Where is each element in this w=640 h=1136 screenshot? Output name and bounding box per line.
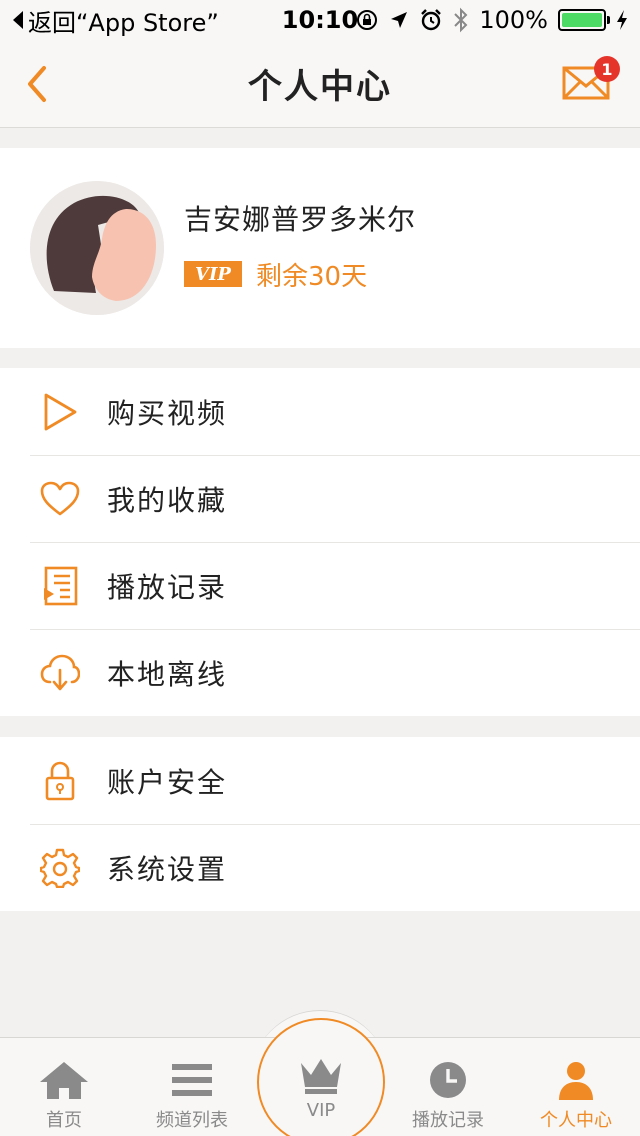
- menu-group-settings: 账户安全 系统设置: [0, 737, 640, 911]
- bluetooth-icon: [454, 7, 468, 33]
- orientation-lock-icon: [357, 10, 378, 30]
- tab-label: 首页: [46, 1110, 82, 1131]
- vip-remaining-days: 剩余30天: [256, 261, 368, 292]
- user-avatar-image: [30, 181, 164, 315]
- menu-item-purchase-video[interactable]: 购买视频: [0, 368, 640, 455]
- menu-item-label: 我的收藏: [107, 483, 228, 517]
- gear-icon: [40, 848, 80, 888]
- tab-play-history[interactable]: 播放记录: [384, 1038, 512, 1136]
- status-back-text: 返回“App Store”: [28, 8, 219, 37]
- menu-group-media: 购买视频 我的收藏 播放记录 本地离线: [0, 368, 640, 716]
- heart-icon: [40, 479, 80, 519]
- tab-profile[interactable]: 个人中心: [512, 1038, 640, 1136]
- tab-label: VIP: [306, 1100, 336, 1121]
- alarm-icon: [421, 9, 442, 31]
- user-icon: [549, 1058, 603, 1102]
- vip-badge: VIP: [184, 261, 242, 287]
- avatar[interactable]: [30, 181, 164, 315]
- menu-item-system-settings[interactable]: 系统设置: [0, 824, 640, 911]
- playlist-icon: [40, 566, 80, 606]
- chevron-left-icon[interactable]: [22, 64, 58, 104]
- page-title: 个人中心: [248, 67, 392, 107]
- home-icon: [37, 1058, 91, 1102]
- tab-label: 个人中心: [540, 1110, 612, 1131]
- menu-item-offline[interactable]: 本地离线: [0, 629, 640, 716]
- back-triangle-icon: [13, 11, 23, 29]
- menu-item-label: 本地离线: [107, 657, 228, 691]
- play-icon: [40, 392, 80, 432]
- crown-icon: [294, 1054, 348, 1098]
- message-badge: 1: [594, 56, 620, 82]
- location-arrow-icon: [391, 12, 408, 28]
- menu-item-label: 系统设置: [107, 852, 228, 886]
- list-icon: [165, 1058, 219, 1102]
- battery-icon: [558, 9, 610, 31]
- cloud-download-icon: [40, 653, 80, 693]
- nav-bar: 个人中心 1: [0, 40, 640, 128]
- tab-label: 播放记录: [412, 1110, 484, 1131]
- menu-item-label: 播放记录: [107, 570, 228, 604]
- lock-icon: [40, 761, 80, 801]
- tab-home[interactable]: 首页: [0, 1038, 128, 1136]
- menu-item-play-history[interactable]: 播放记录: [0, 542, 640, 629]
- tab-vip[interactable]: VIP: [257, 1018, 385, 1136]
- status-back-link[interactable]: 返回“App Store”: [12, 3, 219, 38]
- profile-card[interactable]: 吉安娜普罗多米尔 VIP 剩余30天: [0, 148, 640, 348]
- tab-channels[interactable]: 频道列表: [128, 1038, 256, 1136]
- charging-icon: [617, 10, 627, 30]
- menu-item-account-security[interactable]: 账户安全: [0, 737, 640, 824]
- status-bar: 返回“App Store” 10:10 100%: [0, 0, 640, 40]
- username: 吉安娜普罗多米尔: [184, 202, 417, 236]
- menu-item-label: 账户安全: [107, 765, 228, 799]
- battery-percent: 100%: [479, 6, 548, 34]
- tab-label: 频道列表: [156, 1110, 228, 1131]
- clock-icon: [421, 1058, 475, 1102]
- menu-item-favorites[interactable]: 我的收藏: [0, 455, 640, 542]
- menu-item-label: 购买视频: [107, 396, 228, 430]
